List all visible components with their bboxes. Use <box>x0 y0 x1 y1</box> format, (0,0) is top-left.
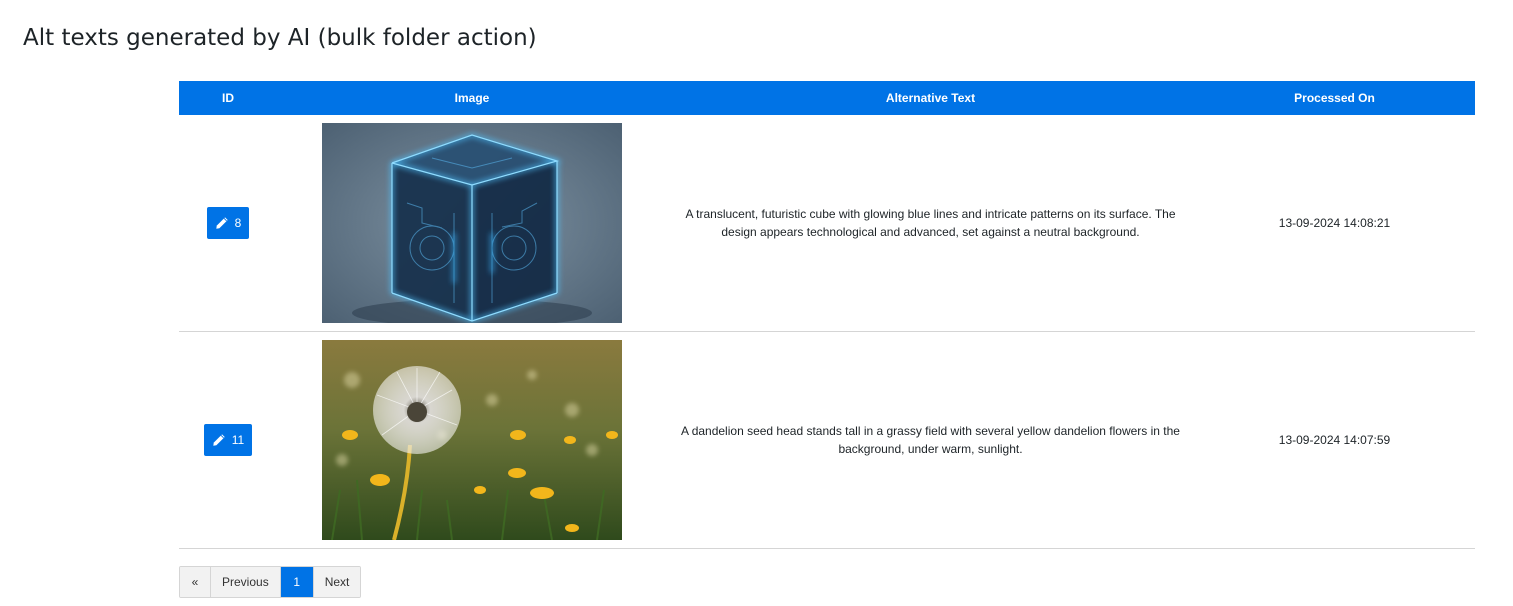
alt-text: A translucent, futuristic cube with glow… <box>685 207 1176 239</box>
id-cell: 11 <box>179 331 277 549</box>
edit-button[interactable]: 11 <box>203 424 253 456</box>
table-row: 11 A dandelion seed head stands tall in … <box>179 331 1475 549</box>
edit-button[interactable]: 8 <box>206 207 250 239</box>
table-header-row: ID Image Alternative Text Processed On <box>179 81 1475 115</box>
image-cell <box>277 331 667 549</box>
next-button[interactable]: Next <box>313 567 361 597</box>
alt-text-table: ID Image Alternative Text Processed On 8 <box>179 81 1475 549</box>
alt-text-cell: A dandelion seed head stands tall in a g… <box>667 331 1194 549</box>
header-processed-on[interactable]: Processed On <box>1194 81 1475 115</box>
pencil-icon <box>215 217 228 229</box>
glowing-cube-image <box>322 123 622 323</box>
table-row: 8 A translucent, futuristic cube with gl… <box>179 115 1475 332</box>
page-1-button[interactable]: 1 <box>280 567 314 597</box>
pagination: « Previous 1 Next <box>179 566 362 598</box>
page-title: Alt texts generated by AI (bulk folder a… <box>23 25 537 51</box>
alt-text-cell: A translucent, futuristic cube with glow… <box>667 115 1194 332</box>
alt-text: A dandelion seed head stands tall in a g… <box>681 424 1180 456</box>
row-id: 8 <box>234 216 242 230</box>
processed-on: 13-09-2024 14:08:21 <box>1278 216 1391 230</box>
previous-button[interactable]: Previous <box>211 567 281 597</box>
header-id[interactable]: ID <box>179 81 277 115</box>
dandelion-image <box>322 340 622 540</box>
processed-on-cell: 13-09-2024 14:08:21 <box>1194 115 1475 332</box>
id-cell: 8 <box>179 115 277 332</box>
header-alt-text[interactable]: Alternative Text <box>667 81 1194 115</box>
image-cell <box>277 115 667 332</box>
row-id: 11 <box>231 433 245 447</box>
processed-on-cell: 13-09-2024 14:07:59 <box>1194 331 1475 549</box>
pencil-icon <box>213 434 225 446</box>
header-image: Image <box>277 81 667 115</box>
first-page-button[interactable]: « <box>180 567 211 597</box>
processed-on: 13-09-2024 14:07:59 <box>1278 433 1391 447</box>
